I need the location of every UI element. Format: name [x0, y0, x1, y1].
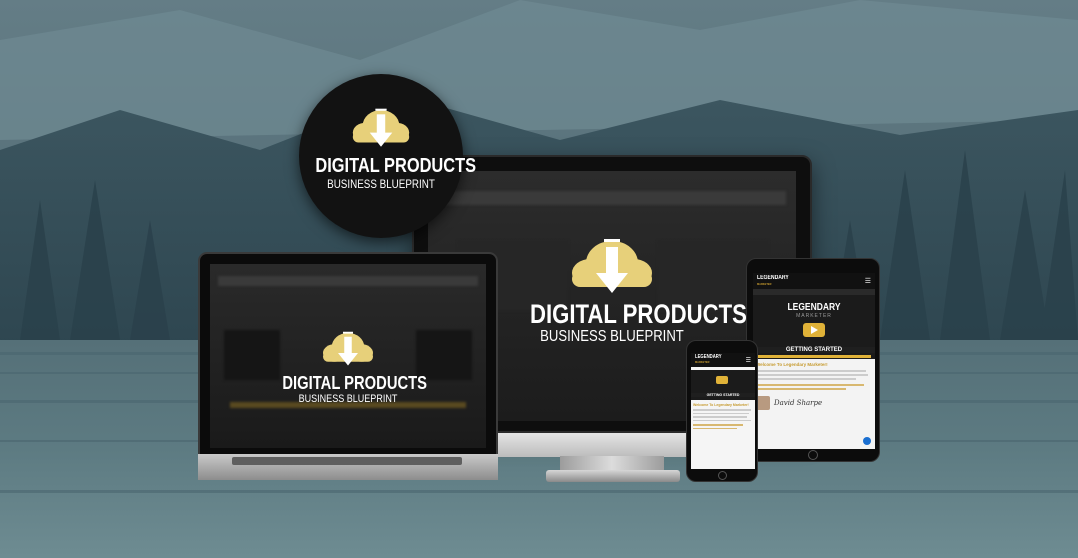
- badge-title: DIGITAL PRODUCTS: [315, 155, 477, 177]
- laptop-keyboard: [232, 457, 462, 465]
- monitor-blur-header: [438, 191, 786, 205]
- video-progress-bar[interactable]: [757, 355, 871, 358]
- phone-site-hero: GETTING STARTED: [691, 370, 755, 400]
- tablet-site-body: Welcome To Legendary Marketer! David Sha…: [753, 359, 875, 413]
- badge-logo: DIGITAL PRODUCTS BUSINESS BLUEPRINT: [301, 104, 477, 191]
- phone-brand-sub: MARKETER: [695, 360, 710, 364]
- menu-icon[interactable]: ☰: [865, 277, 871, 285]
- avatar: [756, 396, 770, 410]
- tablet-hero-title: LEGENDARY: [787, 302, 841, 313]
- tablet-site-header: LEGENDARY MARKETER ☰: [753, 273, 875, 289]
- monitor-logo: DIGITAL PRODUCTS BUSINESS BLUEPRINT: [512, 233, 747, 346]
- phone-getting-started: GETTING STARTED: [691, 393, 755, 397]
- phone-home-button: [718, 471, 727, 480]
- laptop-blur-header: [218, 276, 478, 286]
- tablet-hero-sub: MARKETER: [796, 313, 832, 319]
- menu-icon[interactable]: ☰: [746, 357, 751, 364]
- tablet: LEGENDARY MARKETER ☰ LEGENDARY MARKETER …: [746, 258, 880, 462]
- tablet-getting-started: GETTING STARTED: [753, 347, 875, 353]
- chat-icon[interactable]: [863, 437, 871, 445]
- phone-site-header: LEGENDARY MARKETER ☰: [691, 353, 755, 367]
- laptop-logo-title: DIGITAL PRODUCTS: [282, 373, 428, 393]
- play-icon[interactable]: [803, 323, 825, 337]
- tablet-brand: LEGENDARY: [757, 275, 789, 281]
- monitor-logo-title: DIGITAL PRODUCTS: [530, 299, 747, 329]
- laptop-logo: DIGITAL PRODUCTS BUSINESS BLUEPRINT: [268, 328, 428, 406]
- product-badge: DIGITAL PRODUCTS BUSINESS BLUEPRINT: [299, 74, 477, 238]
- play-icon[interactable]: [716, 376, 728, 384]
- tablet-site-logo: LEGENDARY MARKETER: [757, 275, 789, 287]
- badge-subtitle: BUSINESS BLUEPRINT: [327, 177, 435, 191]
- monitor-logo-subtitle: BUSINESS BLUEPRINT: [540, 328, 684, 345]
- signature: David Sharpe: [774, 399, 823, 407]
- cloud-download-icon: [352, 108, 410, 147]
- phone-welcome-heading: Welcome To Legendary Marketer!: [693, 403, 749, 407]
- tablet-site-hero: LEGENDARY MARKETER GETTING STARTED: [753, 295, 875, 359]
- phone-screen: LEGENDARY MARKETER ☰ GETTING STARTED Wel…: [691, 353, 755, 469]
- tablet-screen: LEGENDARY MARKETER ☰ LEGENDARY MARKETER …: [753, 273, 875, 449]
- product-mockup-scene: DIGITAL PRODUCTS BUSINESS BLUEPRINT DIGI…: [0, 0, 1078, 558]
- tablet-welcome-heading: Welcome To Legendary Marketer!: [756, 362, 828, 367]
- laptop: DIGITAL PRODUCTS BUSINESS BLUEPRINT: [198, 252, 498, 456]
- phone-site-body: Welcome To Legendary Marketer!: [691, 400, 755, 432]
- smartphone: LEGENDARY MARKETER ☰ GETTING STARTED Wel…: [686, 340, 758, 482]
- tablet-brand-sub: MARKETER: [757, 282, 772, 286]
- laptop-screen: DIGITAL PRODUCTS BUSINESS BLUEPRINT: [210, 264, 486, 448]
- tablet-home-button: [808, 450, 818, 460]
- laptop-logo-subtitle: BUSINESS BLUEPRINT: [298, 393, 398, 405]
- cloud-download-icon: [323, 331, 373, 366]
- phone-site-logo: LEGENDARY MARKETER: [695, 355, 722, 365]
- cloud-download-icon: [572, 239, 652, 293]
- monitor-stand-foot: [546, 470, 680, 482]
